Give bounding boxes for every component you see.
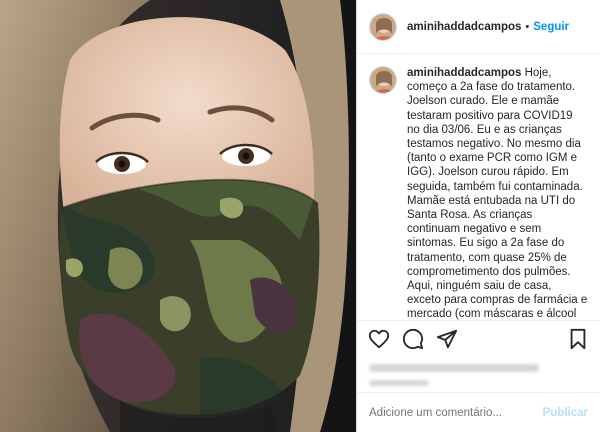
separator-dot: • xyxy=(525,20,530,33)
heart-icon[interactable] xyxy=(367,327,391,351)
post-photo[interactable] xyxy=(0,0,356,432)
post-header: aminihaddadcampos • Seguir xyxy=(357,0,600,54)
comment-icon[interactable] xyxy=(401,327,425,351)
follow-button[interactable]: Seguir xyxy=(533,21,569,33)
likes-blurred xyxy=(357,356,600,392)
header-username[interactable]: aminihaddadcampos xyxy=(407,21,521,33)
caption-area: aminihaddadcampos Hoje, começo a 2a fase… xyxy=(357,54,600,320)
bookmark-icon[interactable] xyxy=(566,327,590,351)
comment-input[interactable] xyxy=(369,406,543,419)
share-icon[interactable] xyxy=(435,327,459,351)
selfie-image xyxy=(0,0,356,432)
caption-body: Hoje, começo a 2a fase do tratamento. Jo… xyxy=(407,67,588,320)
add-comment-bar: Publicar xyxy=(357,392,600,432)
caption-avatar[interactable] xyxy=(369,66,397,94)
action-bar xyxy=(357,320,600,356)
caption-text: aminihaddadcampos Hoje, começo a 2a fase… xyxy=(407,66,588,320)
post-sidebar: aminihaddadcampos • Seguir aminihaddadca… xyxy=(356,0,600,432)
instagram-post: aminihaddadcampos • Seguir aminihaddadca… xyxy=(0,0,600,432)
publish-button[interactable]: Publicar xyxy=(543,407,588,419)
caption-username[interactable]: aminihaddadcampos xyxy=(407,67,521,79)
avatar[interactable] xyxy=(369,12,397,41)
